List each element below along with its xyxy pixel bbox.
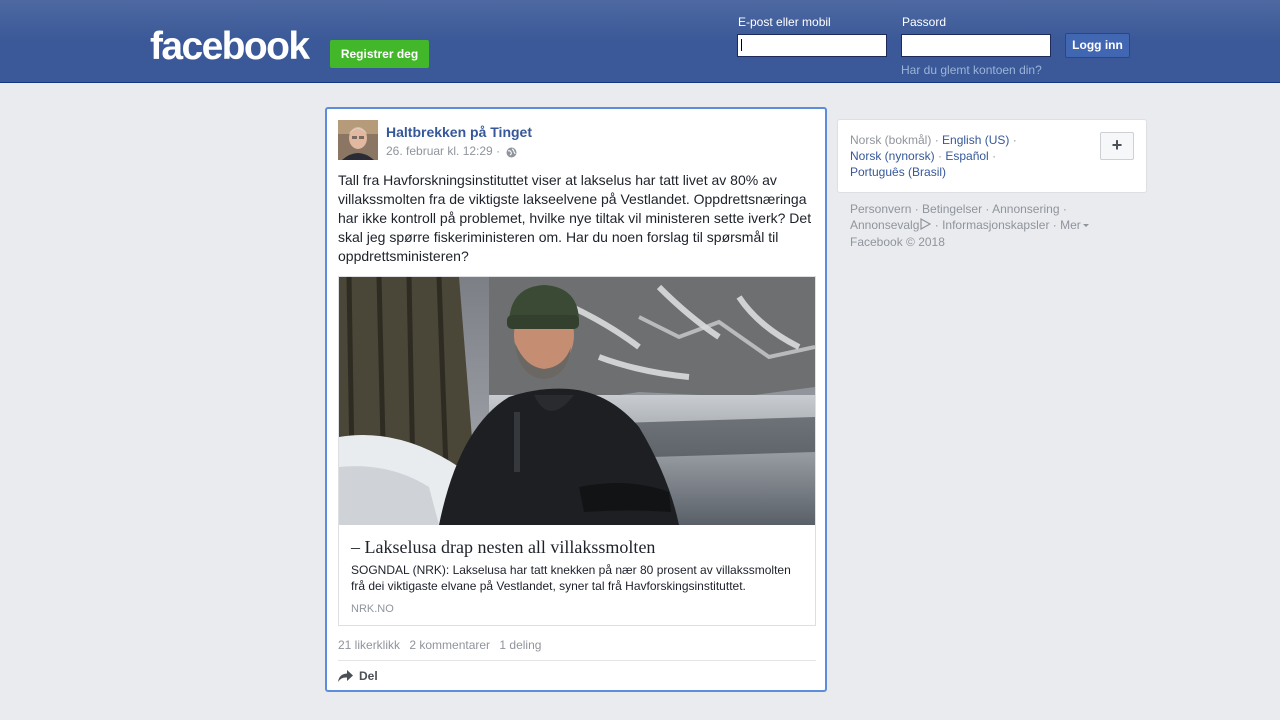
footer: Personvern · Betingelser · Annonsering ·… <box>850 201 1140 250</box>
password-field[interactable] <box>901 34 1051 57</box>
author-avatar[interactable] <box>338 120 378 160</box>
footer-terms[interactable]: Betingelser <box>922 202 982 216</box>
author-name[interactable]: Haltbrekken på Tinget <box>386 123 532 141</box>
share-icon <box>338 670 353 682</box>
share-label: Del <box>359 669 378 683</box>
login-button[interactable]: Logg inn <box>1065 33 1130 58</box>
footer-more[interactable]: Mer <box>1060 218 1081 232</box>
post-card: Haltbrekken på Tinget 26. februar kl. 12… <box>325 107 827 692</box>
more-languages-button[interactable]: + <box>1100 132 1134 160</box>
email-field[interactable] <box>737 34 887 57</box>
language-portuguese[interactable]: Português (Brasil) <box>850 165 946 179</box>
footer-privacy[interactable]: Personvern <box>850 202 911 216</box>
password-label: Passord <box>902 15 947 29</box>
likes-count[interactable]: 21 likerklikk <box>338 638 400 652</box>
comments-count[interactable]: 2 kommentarer <box>409 638 490 652</box>
post-meta: 26. februar kl. 12:29 · <box>386 143 517 159</box>
language-box: Norsk (bokmål) · English (US) · Norsk (n… <box>837 119 1147 193</box>
link-domain: NRK.NO <box>351 603 394 615</box>
post-text: Tall fra Havforskningsinstituttet viser … <box>338 172 812 264</box>
forgot-account-link[interactable]: Har du glemt kontoen din? <box>901 63 1042 77</box>
link-title[interactable]: – Lakselusa drap nesten all villakssmolt… <box>351 536 655 558</box>
link-description: SOGNDAL (NRK): Lakselusa har tatt knekke… <box>351 563 791 593</box>
text-caret <box>741 39 742 51</box>
separator: · <box>492 144 501 158</box>
current-language: Norsk (bokmål) <box>850 133 932 147</box>
share-button[interactable]: Del <box>338 669 378 683</box>
post-stats: 21 likerklikk 2 kommentarer 1 deling <box>338 637 547 653</box>
language-nynorsk[interactable]: Norsk (nynorsk) <box>850 149 935 163</box>
divider <box>338 660 816 661</box>
language-spanish[interactable]: Español <box>945 149 988 163</box>
link-preview-image[interactable] <box>339 277 815 525</box>
register-button[interactable]: Registrer deg <box>330 40 429 68</box>
ad-choices-icon[interactable] <box>919 217 932 234</box>
facebook-logo[interactable]: facebook <box>150 27 310 67</box>
footer-ad-choices[interactable]: Annonsevalg <box>850 218 919 232</box>
shares-count[interactable]: 1 deling <box>499 638 541 652</box>
language-list: Norsk (bokmål) · English (US) · Norsk (n… <box>850 133 1017 179</box>
link-preview[interactable]: – Lakselusa drap nesten all villakssmolt… <box>338 276 816 626</box>
top-bar: facebook Registrer deg E-post eller mobi… <box>0 0 1280 83</box>
footer-copyright: Facebook © 2018 <box>850 235 945 249</box>
email-label: E-post eller mobil <box>738 15 831 29</box>
post-timestamp[interactable]: 26. februar kl. 12:29 <box>386 143 493 159</box>
globe-icon[interactable] <box>506 146 517 157</box>
language-english[interactable]: English (US) <box>942 133 1009 147</box>
footer-cookies[interactable]: Informasjonskapsler <box>942 218 1049 232</box>
footer-advertising[interactable]: Annonsering <box>992 202 1059 216</box>
chevron-down-icon[interactable] <box>1082 224 1089 228</box>
